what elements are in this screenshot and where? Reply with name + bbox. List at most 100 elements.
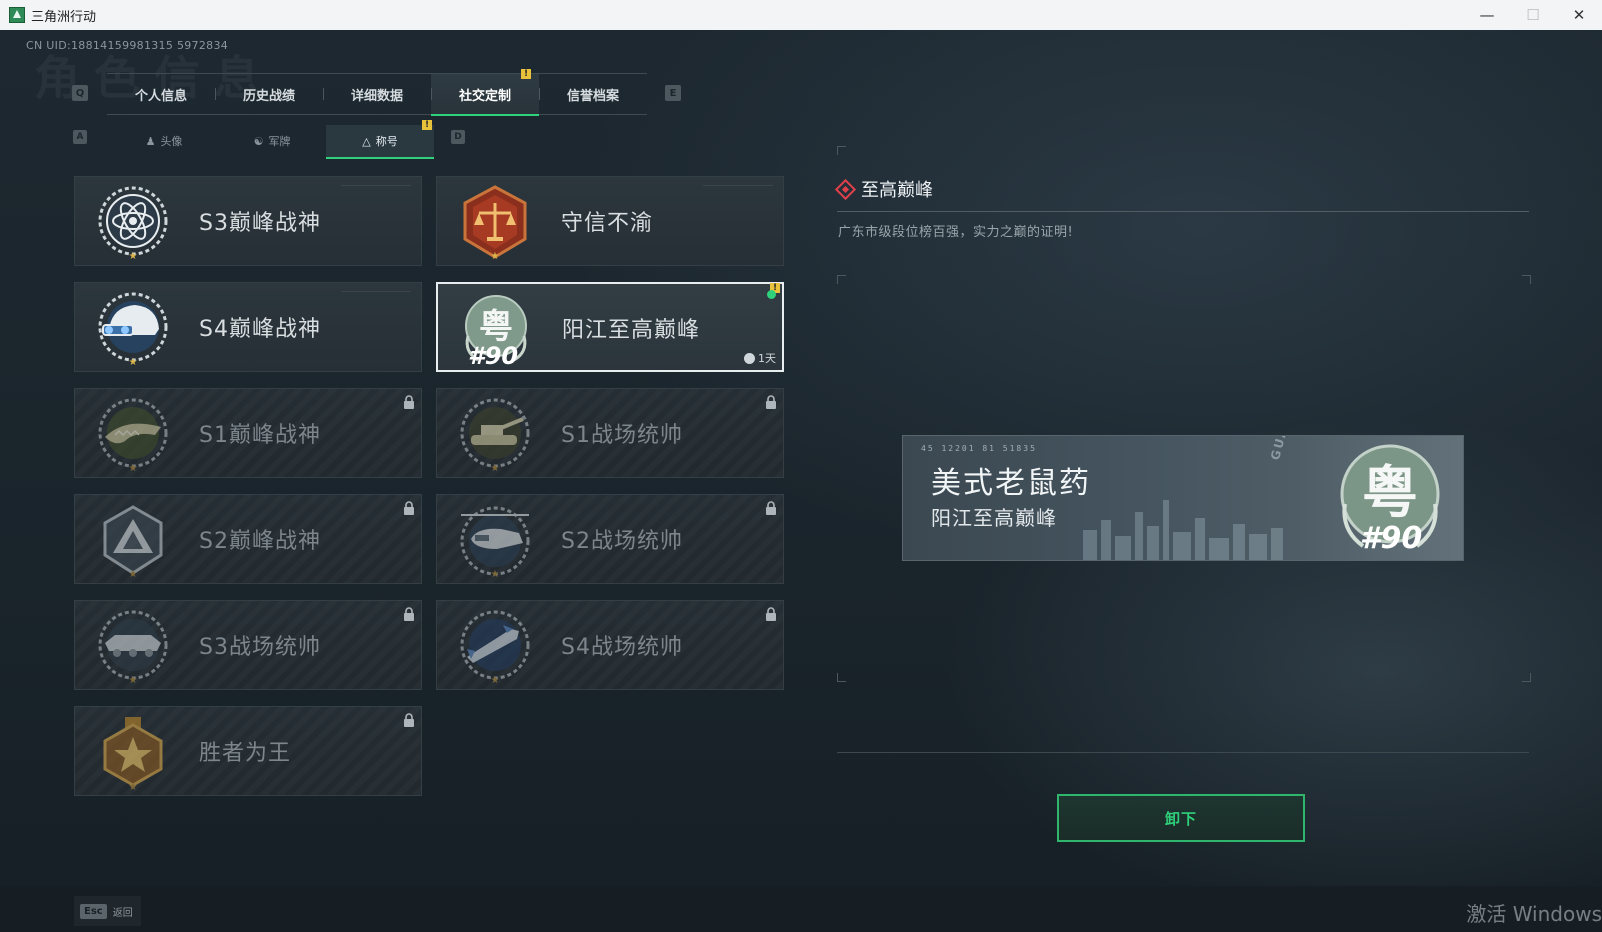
preview-code-text: 45 12201 81 51835 xyxy=(921,444,1037,453)
helicopter-medal-icon: ★ xyxy=(460,506,530,579)
esc-key-hint: Esc xyxy=(80,903,107,919)
game-screen: 角色信息 CN UID:18814159981315 5972834 Q 个人信… xyxy=(0,30,1602,932)
key-hint-d[interactable]: D xyxy=(451,130,465,144)
svg-text:★: ★ xyxy=(491,463,500,473)
subtab-label: 军牌 xyxy=(268,135,291,148)
title-name: S3战场统帅 xyxy=(199,635,321,660)
title-name: 守信不渝 xyxy=(561,211,654,236)
key-hint-a[interactable]: A xyxy=(73,130,87,144)
svg-text:粤: 粤 xyxy=(479,307,513,347)
tab-label: 信誉档案 xyxy=(566,88,619,104)
frame-corner xyxy=(1522,275,1531,284)
preview-title-name: 阳江至高巅峰 xyxy=(931,506,1057,530)
title-card-yangjiang-supreme[interactable]: ! 粤 #90 阳江至高巅峰 1天 xyxy=(436,282,784,372)
tank-medal-icon: ★ xyxy=(460,398,530,473)
card-decoration xyxy=(341,185,411,186)
title-name: S3巅峰战神 xyxy=(199,211,321,236)
city-skyline-decoration xyxy=(1083,500,1283,560)
tab-credit-record[interactable]: 信誉档案 xyxy=(539,74,647,114)
preview-player-name: 美式老鼠药 xyxy=(931,466,1091,501)
app-logo-icon xyxy=(9,7,25,23)
maximize-button[interactable]: ☐ xyxy=(1510,0,1556,30)
tab-label: 社交定制 xyxy=(458,88,511,104)
title-card-keep-faith[interactable]: ★ 守信不渝 xyxy=(436,176,784,266)
tab-detailed-data[interactable]: 详细数据 xyxy=(323,74,431,114)
apc-medal-icon: ★ xyxy=(98,610,168,685)
lock-icon xyxy=(404,607,414,621)
frame-corner xyxy=(1522,673,1531,682)
missile-medal-icon: ★ xyxy=(460,610,530,685)
title-card-s1-commander[interactable]: ★ S1战场统帅 xyxy=(436,388,784,478)
title-preview-banner: 45 12201 81 51835 GUANGDONG 美式老鼠药 阳江至高巅峰… xyxy=(902,435,1464,561)
sub-tab-bar: ♟ 头像 ☯ 军牌 △ 称号 ! xyxy=(110,120,434,159)
detail-bottom-divider xyxy=(837,752,1529,753)
frame-corner xyxy=(837,673,846,682)
title-name: S4战场统帅 xyxy=(561,635,683,660)
title-card-winner-king[interactable]: ★ 胜者为王 xyxy=(74,706,422,796)
subtab-label: 称号 xyxy=(375,135,398,148)
diamond-icon xyxy=(834,178,857,200)
title-card-s4-peak[interactable]: ★ S4巅峰战神 xyxy=(74,282,422,372)
title-card-s1-peak[interactable]: ★ S1巅峰战神 xyxy=(74,388,422,478)
lock-icon xyxy=(404,713,414,727)
title-card-s2-commander[interactable]: ★ S2战场统帅 xyxy=(436,494,784,584)
title-name: 阳江至高巅峰 xyxy=(562,318,701,343)
title-name: S2巅峰战神 xyxy=(199,529,321,554)
timer-text: 1天 xyxy=(758,352,776,365)
key-hint-e[interactable]: E xyxy=(665,85,681,101)
title-name: S2战场统帅 xyxy=(561,529,683,554)
lock-icon xyxy=(404,395,414,409)
minimize-button[interactable]: — xyxy=(1464,0,1510,30)
svg-text:★: ★ xyxy=(129,569,138,579)
yue-medal-icon: 粤 #90 xyxy=(1340,444,1440,556)
title-card-s3-peak[interactable]: ★ S3巅峰战神 xyxy=(74,176,422,266)
window-titlebar: 三角洲行动 — ☐ ✕ xyxy=(0,0,1602,30)
title-name: S4巅峰战神 xyxy=(199,317,321,342)
subtab-dogtag[interactable]: ☯ 军牌 xyxy=(218,125,326,157)
detail-title-text: 至高巅峰 xyxy=(861,180,933,201)
subtab-avatar[interactable]: ♟ 头像 xyxy=(110,125,218,157)
windows-activation-watermark: 激活 Windows xyxy=(1466,902,1602,926)
dogtag-icon: ☯ xyxy=(253,134,264,148)
atom-medal-icon: ★ xyxy=(98,186,168,261)
lock-icon xyxy=(404,501,414,515)
key-hint-q[interactable]: Q xyxy=(72,85,88,101)
frame-corner xyxy=(837,146,846,155)
detail-title: 至高巅峰 xyxy=(834,176,933,202)
detail-description: 广东市级段位榜百强，实力之巅的证明! xyxy=(838,225,1074,240)
notification-badge: ! xyxy=(521,69,531,79)
subtab-title[interactable]: △ 称号 ! xyxy=(326,120,434,159)
notification-badge: ! xyxy=(422,120,432,130)
svg-text:★: ★ xyxy=(129,463,138,473)
svg-text:★: ★ xyxy=(129,675,138,685)
tab-personal-info[interactable]: 个人信息 xyxy=(107,74,215,114)
svg-text:★: ★ xyxy=(129,251,138,261)
gold-star-medal-icon: ★ xyxy=(103,717,163,791)
lock-icon xyxy=(766,501,776,515)
lock-icon xyxy=(766,607,776,621)
svg-text:★: ★ xyxy=(491,251,500,261)
back-button[interactable]: Esc 返回 xyxy=(74,896,141,926)
detail-divider xyxy=(837,211,1529,212)
svg-text:★: ★ xyxy=(491,675,500,685)
tab-social-custom[interactable]: 社交定制 ! xyxy=(431,69,539,116)
equipped-indicator xyxy=(767,290,776,299)
expiry-timer: 1天 xyxy=(744,350,776,366)
player-uid: CN UID:18814159981315 5972834 xyxy=(26,39,229,52)
back-label: 返回 xyxy=(112,907,133,919)
unequip-button[interactable]: 卸下 xyxy=(1057,794,1305,842)
title-card-s2-peak[interactable]: ★ S2巅峰战神 xyxy=(74,494,422,584)
card-decoration xyxy=(341,291,411,292)
title-card-s4-commander[interactable]: ★ S4战场统帅 xyxy=(436,600,784,690)
title-card-s3-commander[interactable]: ★ S3战场统帅 xyxy=(74,600,422,690)
window-controls: — ☐ ✕ xyxy=(1464,0,1602,30)
helmet-medal-icon: ★ xyxy=(98,292,168,367)
tab-label: 历史战绩 xyxy=(242,88,295,104)
window-title: 三角洲行动 xyxy=(31,9,97,25)
tab-label: 详细数据 xyxy=(350,88,403,104)
clock-icon xyxy=(744,352,755,364)
crocodile-medal-icon: ★ xyxy=(98,398,168,473)
main-tab-bar: 个人信息 历史战绩 详细数据 社交定制 ! 信誉档案 xyxy=(107,69,647,116)
close-button[interactable]: ✕ xyxy=(1556,0,1602,30)
tab-history[interactable]: 历史战绩 xyxy=(215,74,323,114)
